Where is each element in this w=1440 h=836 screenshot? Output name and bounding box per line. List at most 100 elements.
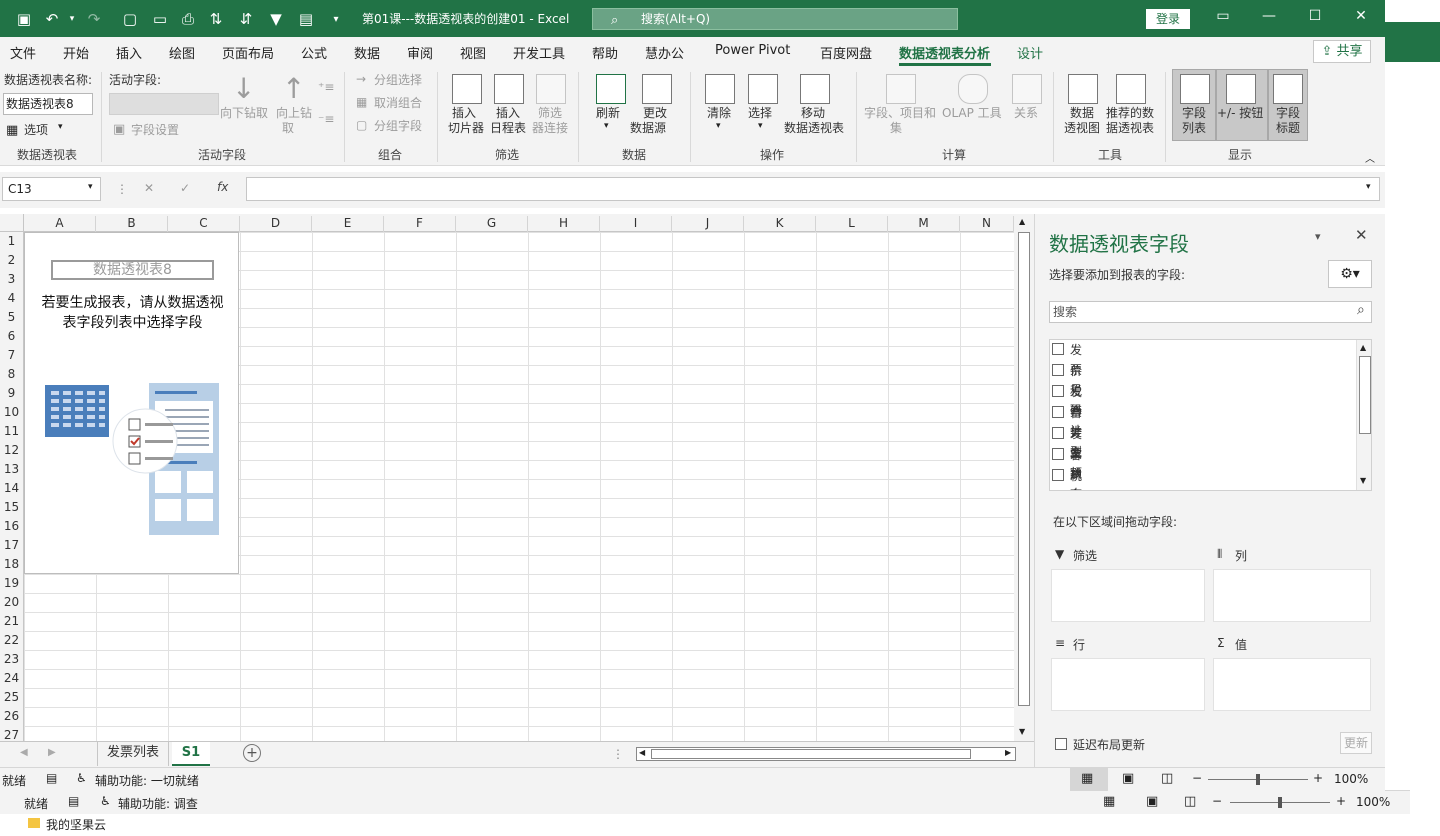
customize-qat-icon[interactable]: ▾ bbox=[326, 9, 346, 29]
maximize-icon[interactable]: ☐ bbox=[1304, 8, 1326, 28]
select-all-corner[interactable] bbox=[0, 214, 24, 232]
filter-icon[interactable]: ▼ bbox=[266, 9, 286, 29]
move-pivot-label-2[interactable]: 数据透视表 bbox=[784, 121, 844, 136]
bg-zoom-in-icon[interactable]: + bbox=[1336, 794, 1346, 808]
bg-page-break-icon[interactable]: ◫ bbox=[1184, 794, 1196, 809]
insert-slicer-label-2[interactable]: 切片器 bbox=[448, 121, 484, 136]
bg-zoom-level[interactable]: 100% bbox=[1356, 795, 1390, 809]
bg-status-accessibility[interactable]: 辅助功能: 调查 bbox=[118, 795, 198, 812]
field-checkbox[interactable] bbox=[1052, 343, 1064, 355]
page-layout-icon[interactable]: ▣ bbox=[1122, 771, 1134, 786]
row-header[interactable]: 3 bbox=[0, 270, 23, 289]
open-folder-icon[interactable]: ▭ bbox=[150, 9, 170, 29]
tab-view[interactable]: 视图 bbox=[460, 43, 486, 62]
tab-power-pivot[interactable]: Power Pivot bbox=[715, 43, 790, 58]
row-header[interactable]: 12 bbox=[0, 441, 23, 460]
row-header[interactable]: 17 bbox=[0, 536, 23, 555]
tab-developer[interactable]: 开发工具 bbox=[513, 43, 565, 62]
clear-button[interactable]: 清除 bbox=[707, 106, 731, 121]
refresh-dropdown-icon[interactable]: ▾ bbox=[604, 121, 609, 131]
zoom-slider-thumb[interactable] bbox=[1256, 774, 1260, 785]
sheet-tab-invoice-list[interactable]: 发票列表 bbox=[97, 742, 169, 766]
bg-normal-view-icon[interactable]: ▦ bbox=[1103, 794, 1115, 809]
add-sheet-icon[interactable]: + bbox=[243, 744, 261, 762]
filter-area-drop[interactable] bbox=[1051, 569, 1205, 622]
form-icon[interactable]: ▤ bbox=[296, 9, 316, 29]
clear-dropdown-icon[interactable]: ▾ bbox=[716, 121, 721, 131]
tab-review[interactable]: 审阅 bbox=[407, 43, 433, 62]
folder-label[interactable]: 我的坚果云 bbox=[46, 816, 106, 833]
column-header[interactable]: H bbox=[528, 216, 600, 232]
refresh-button[interactable]: 刷新 bbox=[596, 106, 620, 121]
formula-input[interactable] bbox=[246, 177, 1380, 201]
next-sheet-icon[interactable]: ▶ bbox=[48, 747, 56, 758]
column-header[interactable]: A bbox=[24, 216, 96, 232]
enter-icon[interactable]: ✓ bbox=[180, 181, 190, 195]
insert-slicer-icon[interactable] bbox=[452, 74, 482, 104]
row-header[interactable]: 1 bbox=[0, 232, 23, 251]
macro-record-icon[interactable]: ▤ bbox=[46, 771, 57, 785]
select-dropdown-icon[interactable]: ▾ bbox=[758, 121, 763, 131]
print-preview-icon[interactable]: ⎙ bbox=[178, 9, 198, 29]
row-header[interactable]: 27 bbox=[0, 726, 23, 741]
columns-area-drop[interactable] bbox=[1213, 569, 1371, 622]
cancel-icon[interactable]: ✕ bbox=[144, 181, 154, 195]
column-header[interactable]: D bbox=[240, 216, 312, 232]
share-button[interactable]: ⇪ 共享 bbox=[1313, 40, 1371, 63]
field-checkbox[interactable] bbox=[1052, 427, 1064, 439]
undo-icon[interactable]: ↶ bbox=[42, 9, 62, 29]
insert-timeline-icon[interactable] bbox=[494, 74, 524, 104]
sort-ascending-icon[interactable]: ⇅ bbox=[206, 9, 226, 29]
insert-function-icon[interactable]: fx bbox=[217, 180, 228, 194]
move-pivot-label-1[interactable]: 移动 bbox=[801, 106, 825, 121]
row-header[interactable]: 13 bbox=[0, 460, 23, 479]
vertical-scroll-thumb[interactable] bbox=[1018, 232, 1030, 706]
refresh-icon[interactable] bbox=[596, 74, 626, 104]
recommended-pivot-label-2[interactable]: 据透视表 bbox=[1106, 121, 1154, 136]
pane-options-icon[interactable]: ▾ bbox=[1315, 230, 1321, 243]
insert-timeline-label-1[interactable]: 插入 bbox=[496, 106, 520, 121]
bg-page-layout-icon[interactable]: ▣ bbox=[1146, 794, 1158, 809]
move-pivot-icon[interactable] bbox=[800, 74, 830, 104]
tab-insert[interactable]: 插入 bbox=[116, 43, 142, 62]
save-icon[interactable]: ▣ bbox=[14, 9, 34, 29]
ribbon-display-icon[interactable]: ▭ bbox=[1212, 8, 1234, 28]
tab-home[interactable]: 开始 bbox=[63, 43, 89, 62]
tab-draw[interactable]: 绘图 bbox=[169, 43, 195, 62]
row-header[interactable]: 8 bbox=[0, 365, 23, 384]
field-checkbox[interactable] bbox=[1052, 385, 1064, 397]
row-header[interactable]: 21 bbox=[0, 612, 23, 631]
tools-gear-icon[interactable]: ⚙▾ bbox=[1328, 260, 1372, 288]
row-header[interactable]: 10 bbox=[0, 403, 23, 422]
column-header[interactable]: F bbox=[384, 216, 456, 232]
row-header[interactable]: 15 bbox=[0, 498, 23, 517]
redo-icon[interactable]: ↷ bbox=[84, 9, 104, 29]
horizontal-scrollbar[interactable]: ◀ ▶ bbox=[636, 747, 1016, 761]
field-checkbox[interactable] bbox=[1052, 406, 1064, 418]
field-scroll-thumb[interactable] bbox=[1359, 356, 1371, 434]
tab-split-icon[interactable]: ⋮ bbox=[612, 747, 624, 761]
change-source-label-1[interactable]: 更改 bbox=[643, 106, 667, 121]
pivot-chart-icon[interactable] bbox=[1068, 74, 1098, 104]
insert-slicer-label-1[interactable]: 插入 bbox=[452, 106, 476, 121]
row-header[interactable]: 7 bbox=[0, 346, 23, 365]
tab-design[interactable]: 设计 bbox=[1017, 43, 1043, 62]
rows-area-drop[interactable] bbox=[1051, 658, 1205, 711]
row-header[interactable]: 11 bbox=[0, 422, 23, 441]
column-header[interactable]: J bbox=[672, 216, 744, 232]
accessibility-icon[interactable]: ♿ bbox=[76, 771, 87, 785]
clear-icon[interactable] bbox=[705, 74, 735, 104]
prev-sheet-icon[interactable]: ◀ bbox=[20, 747, 28, 758]
options-dropdown-icon[interactable]: ▾ bbox=[58, 122, 63, 132]
select-button[interactable]: 选择 bbox=[748, 106, 772, 121]
tab-pivottable-analyze[interactable]: 数据透视表分析 bbox=[899, 43, 990, 62]
row-header[interactable]: 16 bbox=[0, 517, 23, 536]
tab-page-layout[interactable]: 页面布局 bbox=[222, 43, 274, 62]
row-header[interactable]: 18 bbox=[0, 555, 23, 574]
minimize-icon[interactable]: — bbox=[1258, 8, 1280, 28]
change-source-icon[interactable] bbox=[642, 74, 672, 104]
sort-descending-icon[interactable]: ⇵ bbox=[236, 9, 256, 29]
tab-baidu-netdisk[interactable]: 百度网盘 bbox=[820, 43, 872, 62]
column-header[interactable]: C bbox=[168, 216, 240, 232]
normal-view-icon[interactable]: ▦ bbox=[1081, 771, 1093, 786]
